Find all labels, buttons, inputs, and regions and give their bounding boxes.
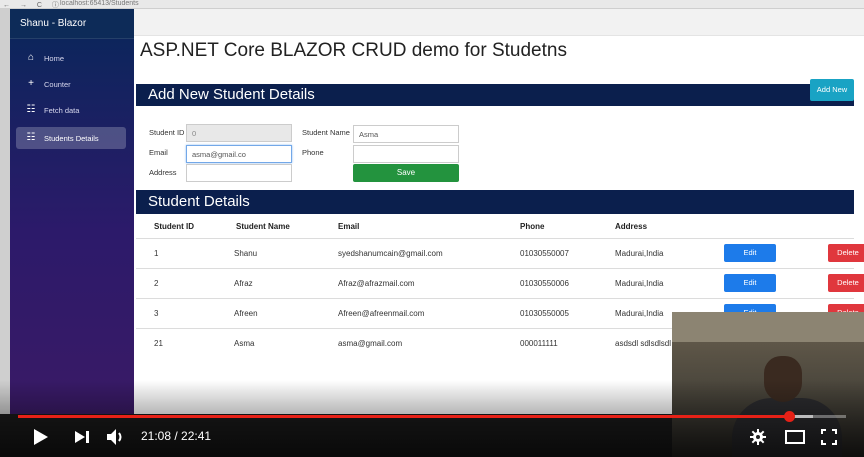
column-header-student-id: Student ID — [154, 222, 194, 231]
email-input[interactable] — [186, 145, 292, 163]
sidebar-item-fetch-data[interactable]: ☷ Fetch data — [16, 99, 126, 121]
top-row — [134, 9, 864, 36]
home-icon: ⌂ — [27, 52, 35, 63]
sidebar-item-counter[interactable]: + Counter — [16, 73, 126, 95]
cell-student-name: Afreen — [234, 309, 258, 318]
add-student-section-header: Add New Student Details — [136, 84, 854, 106]
column-header-student-name: Student Name — [236, 222, 290, 231]
desktop-strip — [0, 9, 10, 414]
student-name-label: Student Name — [302, 128, 350, 137]
brand-title[interactable]: Shanu - Blazor — [10, 9, 134, 39]
delete-button[interactable]: Delete — [828, 244, 864, 262]
video-frame: ← → C ⓘ localhost:65413/Students Shanu -… — [0, 0, 864, 457]
cell-student-id: 21 — [154, 339, 163, 348]
browser-toolbar: ← → C ⓘ localhost:65413/Students — [0, 0, 864, 9]
cell-email: syedshanumcain@gmail.com — [338, 249, 443, 258]
save-button[interactable]: Save — [353, 164, 459, 182]
add-new-button[interactable]: Add New — [810, 79, 854, 101]
phone-label: Phone — [302, 148, 324, 157]
theater-mode-icon[interactable] — [785, 430, 805, 444]
scrubber-handle[interactable] — [783, 411, 795, 422]
cell-student-id: 1 — [154, 249, 159, 258]
table-row: 2 Afraz Afraz@afrazmail.com 01030550006 … — [136, 268, 864, 298]
webcam-background — [672, 312, 864, 342]
played-bar — [18, 415, 789, 418]
student-details-section-header: Student Details — [136, 190, 854, 214]
sidebar-item-label: Home — [44, 53, 65, 63]
cell-address: Madurai,India — [615, 249, 664, 258]
column-header-email: Email — [338, 222, 360, 231]
cell-student-name: Shanu — [234, 249, 258, 258]
list-icon: ☷ — [26, 104, 36, 115]
sidebar-item-label: Fetch data — [44, 105, 80, 115]
student-id-label: Student ID — [149, 128, 185, 137]
table-row: 1 Shanu syedshanumcain@gmail.com 0103055… — [136, 238, 864, 268]
cell-student-name: Asma — [234, 339, 255, 348]
column-header-address: Address — [615, 222, 648, 231]
sidebar-item-label: Counter — [44, 79, 71, 89]
sidebar: Shanu - Blazor ⌂ Home + Counter ☷ Fetch … — [10, 9, 134, 414]
student-id-input[interactable] — [186, 124, 292, 142]
student-name-input[interactable] — [353, 125, 459, 143]
sidebar-item-home[interactable]: ⌂ Home — [16, 47, 126, 69]
controls-gradient — [0, 380, 864, 457]
cell-address: Madurai,India — [615, 279, 664, 288]
edit-button[interactable]: Edit — [724, 244, 776, 262]
cell-email: Afraz@afrazmail.com — [338, 279, 415, 288]
cell-student-id: 3 — [154, 309, 159, 318]
address-label: Address — [149, 168, 177, 177]
play-icon[interactable] — [33, 428, 49, 446]
email-label: Email — [149, 148, 168, 157]
next-icon[interactable] — [74, 430, 90, 444]
cell-student-id: 2 — [154, 279, 159, 288]
delete-button[interactable]: Delete — [828, 274, 864, 292]
volume-icon[interactable] — [106, 428, 126, 446]
time-display: 21:08 / 22:41 — [141, 429, 212, 443]
cell-email: asma@gmail.com — [338, 339, 403, 348]
phone-input[interactable] — [353, 145, 459, 163]
fullscreen-icon[interactable] — [821, 429, 837, 445]
cell-phone: 01030550007 — [520, 249, 569, 258]
sidebar-item-label: Students Details — [44, 133, 99, 143]
address-bar[interactable]: localhost:65413/Students — [60, 0, 139, 7]
column-header-phone: Phone — [520, 222, 545, 231]
address-input[interactable] — [186, 164, 292, 182]
cell-address: asdsdl sdlsdlsdl — [615, 339, 672, 348]
cell-address: Madurai,India — [615, 309, 664, 318]
list-icon: ☷ — [26, 132, 36, 143]
sidebar-item-students-details[interactable]: ☷ Students Details — [16, 127, 126, 149]
plus-icon: + — [28, 78, 34, 89]
cell-phone: 01030550005 — [520, 309, 569, 318]
video-progress-bar[interactable] — [18, 411, 846, 422]
cell-student-name: Afraz — [234, 279, 253, 288]
page-title: ASP.NET Core BLAZOR CRUD demo for Studet… — [140, 40, 567, 61]
settings-gear-icon[interactable] — [750, 429, 766, 445]
cell-email: Afreen@afreenmail.com — [338, 309, 425, 318]
edit-button[interactable]: Edit — [724, 274, 776, 292]
cell-phone: 01030550006 — [520, 279, 569, 288]
cell-phone: 000011111 — [520, 339, 558, 348]
